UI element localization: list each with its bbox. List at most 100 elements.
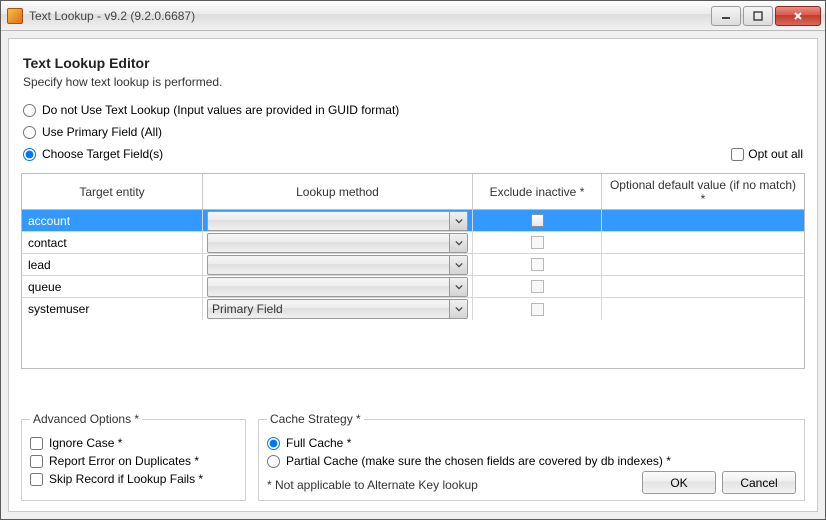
cell-default[interactable] — [602, 298, 804, 320]
cell-entity: account — [22, 210, 203, 231]
cache-strategy-group: Cache Strategy * Full Cache * Partial Ca… — [258, 412, 805, 501]
skip-record-label: Skip Record if Lookup Fails * — [49, 472, 203, 486]
chevron-down-icon — [455, 217, 463, 225]
cell-entity: contact — [22, 232, 203, 253]
radio-use-primary-field-input[interactable] — [23, 126, 36, 139]
cell-exclude — [473, 232, 602, 253]
chevron-down-icon — [455, 261, 463, 269]
opt-out-all-checkbox[interactable]: Opt out all — [731, 147, 803, 161]
table-row[interactable]: lead — [22, 254, 804, 276]
dropdown-button[interactable] — [449, 212, 467, 230]
report-error-input[interactable] — [30, 455, 43, 468]
dropdown-button[interactable] — [449, 278, 467, 296]
maximize-button[interactable] — [743, 6, 773, 26]
client-area: Text Lookup Editor Specify how text look… — [8, 38, 818, 512]
cell-exclude — [473, 254, 602, 275]
skip-record-checkbox[interactable]: Skip Record if Lookup Fails * — [30, 472, 237, 486]
exclude-inactive-checkbox[interactable] — [531, 303, 544, 316]
table-row[interactable]: account — [22, 210, 804, 232]
cell-entity: queue — [22, 276, 203, 297]
table-row[interactable]: contact — [22, 232, 804, 254]
cell-method: Primary Field — [203, 298, 473, 320]
table-row[interactable]: systemuser Primary Field — [22, 298, 804, 320]
advanced-options-group: Advanced Options * Ignore Case * Report … — [21, 412, 246, 501]
grid-empty-area — [22, 320, 804, 368]
entity-text: lead — [26, 258, 51, 272]
lookup-method-dropdown[interactable] — [207, 255, 468, 275]
dropdown-button[interactable] — [449, 300, 467, 318]
radio-choose-target-fields-input[interactable] — [23, 148, 36, 161]
entity-text: contact — [26, 236, 67, 250]
cell-exclude — [473, 298, 602, 320]
close-button[interactable] — [775, 6, 821, 26]
lookup-method-dropdown[interactable] — [207, 233, 468, 253]
cell-method — [203, 210, 473, 231]
ignore-case-input[interactable] — [30, 437, 43, 450]
skip-record-input[interactable] — [30, 473, 43, 486]
exclude-inactive-checkbox[interactable] — [531, 258, 544, 271]
page-subtitle: Specify how text lookup is performed. — [23, 75, 805, 89]
cell-entity: lead — [22, 254, 203, 275]
chevron-down-icon — [455, 305, 463, 313]
radio-no-text-lookup-input[interactable] — [23, 104, 36, 117]
dropdown-button[interactable] — [449, 234, 467, 252]
lookup-method-dropdown[interactable] — [207, 277, 468, 297]
cell-default[interactable] — [602, 210, 804, 231]
opt-out-all-label: Opt out all — [748, 147, 803, 161]
chevron-down-icon — [455, 283, 463, 291]
cell-method — [203, 232, 473, 253]
radio-choose-target-fields-label: Choose Target Field(s) — [42, 147, 163, 161]
app-icon — [7, 8, 23, 24]
ignore-case-label: Ignore Case * — [49, 436, 122, 450]
report-error-checkbox[interactable]: Report Error on Duplicates * — [30, 454, 237, 468]
radio-use-primary-field-label: Use Primary Field (All) — [42, 125, 162, 139]
partial-cache-label: Partial Cache (make sure the chosen fiel… — [286, 454, 671, 468]
header-lookup-method: Lookup method — [203, 174, 473, 210]
lookup-method-dropdown[interactable]: Primary Field — [207, 299, 468, 319]
cell-entity: systemuser — [22, 298, 203, 320]
opt-out-all-input[interactable] — [731, 148, 744, 161]
radio-choose-target-fields[interactable]: Choose Target Field(s) — [21, 147, 163, 161]
entity-text: systemuser — [26, 302, 89, 316]
cell-method — [203, 254, 473, 275]
entity-text: account — [26, 214, 70, 228]
cell-exclude — [473, 210, 602, 231]
cancel-button[interactable]: Cancel — [722, 471, 796, 494]
chevron-down-icon — [455, 239, 463, 247]
partial-cache-radio[interactable]: Partial Cache (make sure the chosen fiel… — [267, 454, 796, 468]
report-error-label: Report Error on Duplicates * — [49, 454, 199, 468]
full-cache-label: Full Cache * — [286, 436, 351, 450]
cell-method — [203, 276, 473, 297]
entity-text: queue — [26, 280, 61, 294]
radio-no-text-lookup-label: Do not Use Text Lookup (Input values are… — [42, 103, 399, 117]
titlebar: Text Lookup - v9.2 (9.2.0.6687) — [1, 1, 825, 31]
cache-strategy-legend: Cache Strategy * — [267, 412, 364, 426]
page-title: Text Lookup Editor — [23, 55, 805, 71]
ignore-case-checkbox[interactable]: Ignore Case * — [30, 436, 237, 450]
exclude-inactive-checkbox[interactable] — [531, 236, 544, 249]
partial-cache-input[interactable] — [267, 455, 280, 468]
full-cache-input[interactable] — [267, 437, 280, 450]
grid-header: Target entity Lookup method Exclude inac… — [22, 174, 804, 210]
radio-use-primary-field[interactable]: Use Primary Field (All) — [21, 125, 805, 139]
dropdown-button[interactable] — [449, 256, 467, 274]
cell-exclude — [473, 276, 602, 297]
exclude-inactive-checkbox[interactable] — [531, 214, 544, 227]
window-title: Text Lookup - v9.2 (9.2.0.6687) — [29, 9, 195, 23]
exclude-inactive-checkbox[interactable] — [531, 280, 544, 293]
ok-button[interactable]: OK — [642, 471, 716, 494]
radio-no-text-lookup[interactable]: Do not Use Text Lookup (Input values are… — [21, 103, 805, 117]
target-fields-grid: Target entity Lookup method Exclude inac… — [21, 173, 805, 369]
lookup-method-dropdown[interactable] — [207, 211, 468, 231]
cell-default[interactable] — [602, 276, 804, 297]
full-cache-radio[interactable]: Full Cache * — [267, 436, 796, 450]
minimize-icon — [721, 11, 731, 21]
cell-default[interactable] — [602, 254, 804, 275]
close-icon — [793, 11, 803, 21]
minimize-button[interactable] — [711, 6, 741, 26]
table-row[interactable]: queue — [22, 276, 804, 298]
header-default-value: Optional default value (if no match) * — [602, 174, 804, 210]
cell-default[interactable] — [602, 232, 804, 253]
advanced-options-legend: Advanced Options * — [30, 412, 142, 426]
maximize-icon — [753, 11, 763, 21]
